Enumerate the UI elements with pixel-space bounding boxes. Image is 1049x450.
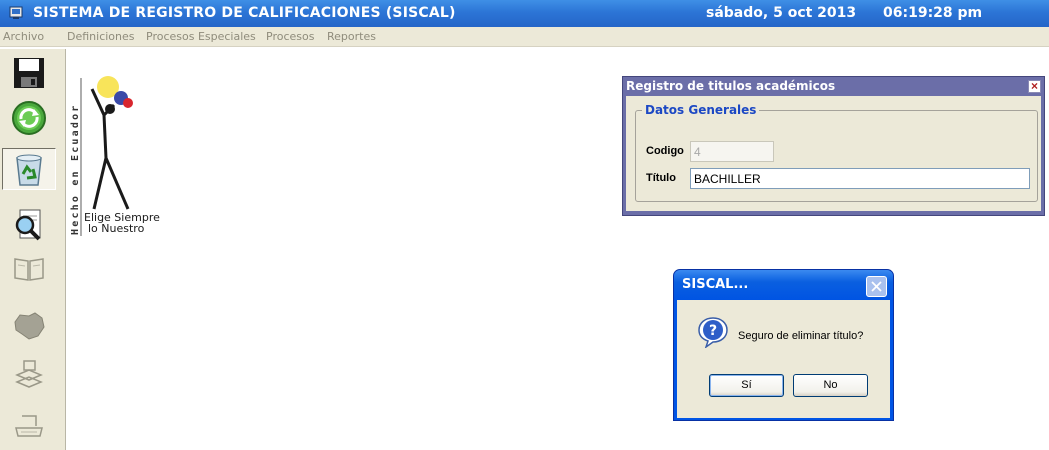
menu-definiciones[interactable]: Definiciones xyxy=(67,30,135,43)
book-button[interactable] xyxy=(2,248,56,290)
titulo-label: Título xyxy=(646,172,676,184)
registro-window-title-bar: Registro de titulos académicos xyxy=(623,77,1044,96)
menu-archivo[interactable]: Archivo xyxy=(3,30,44,43)
date-display: sábado, 5 oct 2013 xyxy=(706,5,857,21)
dialog-body: ? Seguro de eliminar título? Sí No xyxy=(677,300,890,418)
menu-procesos[interactable]: Procesos xyxy=(266,30,314,43)
logo-slogan-line2: lo Nuestro xyxy=(88,222,145,235)
svg-text:?: ? xyxy=(709,323,717,339)
registro-window-close-button[interactable]: × xyxy=(1028,80,1041,93)
search-button[interactable] xyxy=(2,203,56,245)
no-button[interactable]: No xyxy=(793,374,868,397)
menu-reportes[interactable]: Reportes xyxy=(327,30,376,43)
report-icon xyxy=(15,360,43,388)
hecho-en-ecuador-logo: Hecho en Ecuador Elige Siempre lo Nuestr… xyxy=(70,76,160,236)
dialog-message: Seguro de eliminar título? xyxy=(738,330,864,342)
app-icon xyxy=(9,6,23,19)
map-button[interactable] xyxy=(2,305,56,347)
close-icon: × xyxy=(1030,79,1038,93)
codigo-field[interactable]: 4 xyxy=(690,141,774,162)
book-icon xyxy=(14,258,44,281)
delete-button[interactable] xyxy=(2,148,56,190)
print-button[interactable] xyxy=(2,404,56,446)
recycle-bin-icon xyxy=(16,154,42,186)
datos-generales-group: Datos Generales Codigo 4 Título BACHILLE… xyxy=(635,103,1038,202)
green-refresh-icon xyxy=(12,101,46,135)
time-display: 06:19:28 pm xyxy=(883,5,983,21)
question-icon: ? xyxy=(698,317,728,348)
confirm-dialog: SISCAL... ? Seguro de eliminar título? S… xyxy=(673,269,894,421)
menu-procesos-especiales[interactable]: Procesos Especiales xyxy=(146,30,256,43)
datos-generales-title: Datos Generales xyxy=(645,103,757,117)
registro-titulos-window: Registro de titulos académicos × Datos G… xyxy=(622,76,1045,216)
save-button[interactable] xyxy=(2,52,56,94)
dialog-title-bar: SISCAL... xyxy=(674,270,893,300)
printer-icon xyxy=(15,415,43,437)
dialog-close-button[interactable] xyxy=(866,276,887,297)
app-title: SISTEMA DE REGISTRO DE CALIFICACIONES (S… xyxy=(33,5,456,21)
ecuador-map-icon xyxy=(14,312,45,340)
registro-window-body: Datos Generales Codigo 4 Título BACHILLE… xyxy=(626,96,1041,211)
app-title-bar: SISTEMA DE REGISTRO DE CALIFICACIONES (S… xyxy=(0,0,1049,27)
left-toolbar xyxy=(0,49,66,450)
floppy-disk-icon xyxy=(14,58,44,88)
codigo-label: Codigo xyxy=(646,145,684,157)
logo-vertical-text: Hecho en Ecuador xyxy=(70,103,81,235)
yes-button[interactable]: Sí xyxy=(709,374,784,397)
refresh-button[interactable] xyxy=(2,97,56,139)
magnifier-document-icon xyxy=(15,209,41,241)
close-icon xyxy=(871,281,882,292)
menu-bar: Archivo Definiciones Procesos Especiales… xyxy=(0,27,1049,47)
registro-window-title: Registro de titulos académicos xyxy=(626,79,836,93)
titulo-field[interactable]: BACHILLER xyxy=(690,168,1030,189)
dialog-title: SISCAL... xyxy=(682,277,749,292)
report-button[interactable] xyxy=(2,354,56,396)
